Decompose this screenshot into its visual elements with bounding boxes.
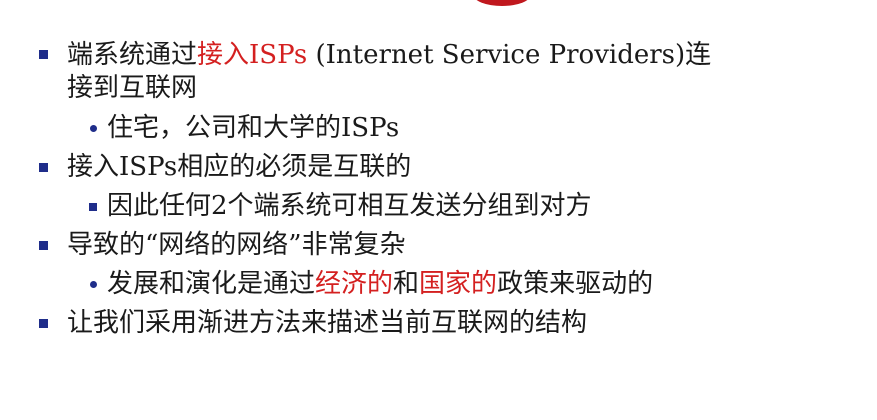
bullet-4-text: 让我们采用渐进方法来描述当前互联网的结构 [67, 308, 588, 338]
sub-bullet-3-text-mid: 和 [393, 269, 420, 299]
bullet-marker [39, 50, 48, 59]
bullet-3: 导致的“网络的网络”非常复杂 [67, 228, 406, 262]
bullet-1-text-red: 接入ISPs [197, 40, 308, 70]
bullet-1-text-line2: 接到互联网 [67, 73, 198, 103]
sub-bullet-1: 住宅，公司和大学的ISPs [107, 111, 399, 145]
sub-bullet-3-text-pre: 发展和演化是通过 [107, 269, 316, 299]
bullet-1-line-1: 端系统通过接入ISPs (Internet Service Providers)… [67, 38, 711, 72]
sub-bullet-2-text: 因此任何2个端系统可相互发送分组到对方 [107, 191, 592, 221]
bullet-marker [39, 319, 48, 328]
bullet-1-line-2: 接到互联网 [67, 71, 197, 105]
sub-bullet-marker [90, 125, 97, 132]
sub-bullet-3-text-red-1: 经济的 [315, 269, 394, 299]
bullet-marker [39, 163, 48, 172]
bullet-marker [39, 241, 48, 250]
sub-bullet-3: 发展和演化是通过经济的和国家的政策来驱动的 [107, 267, 653, 301]
bullet-2: 接入ISPs相应的必须是互联的 [67, 150, 411, 184]
bullet-3-text: 导致的“网络的网络”非常复杂 [67, 230, 406, 260]
sub-bullet-3-text-red-2: 国家的 [419, 269, 498, 299]
sub-bullet-1-text: 住宅，公司和大学的ISPs [107, 113, 400, 143]
sub-bullet-2: 因此任何2个端系统可相互发送分组到对方 [107, 189, 592, 223]
bullet-1-text-post: (Internet Service Providers)连 [307, 40, 712, 70]
bullet-1-text-pre: 端系统通过 [67, 40, 198, 70]
bullet-4: 让我们采用渐进方法来描述当前互联网的结构 [67, 306, 587, 340]
slide-body: 端系统通过接入ISPs (Internet Service Providers)… [0, 0, 877, 420]
sub-bullet-marker [90, 281, 97, 288]
bullet-2-text: 接入ISPs相应的必须是互联的 [67, 152, 412, 182]
sub-bullet-3-text-post: 政策来驱动的 [497, 269, 654, 299]
sub-bullet-marker [89, 203, 97, 211]
